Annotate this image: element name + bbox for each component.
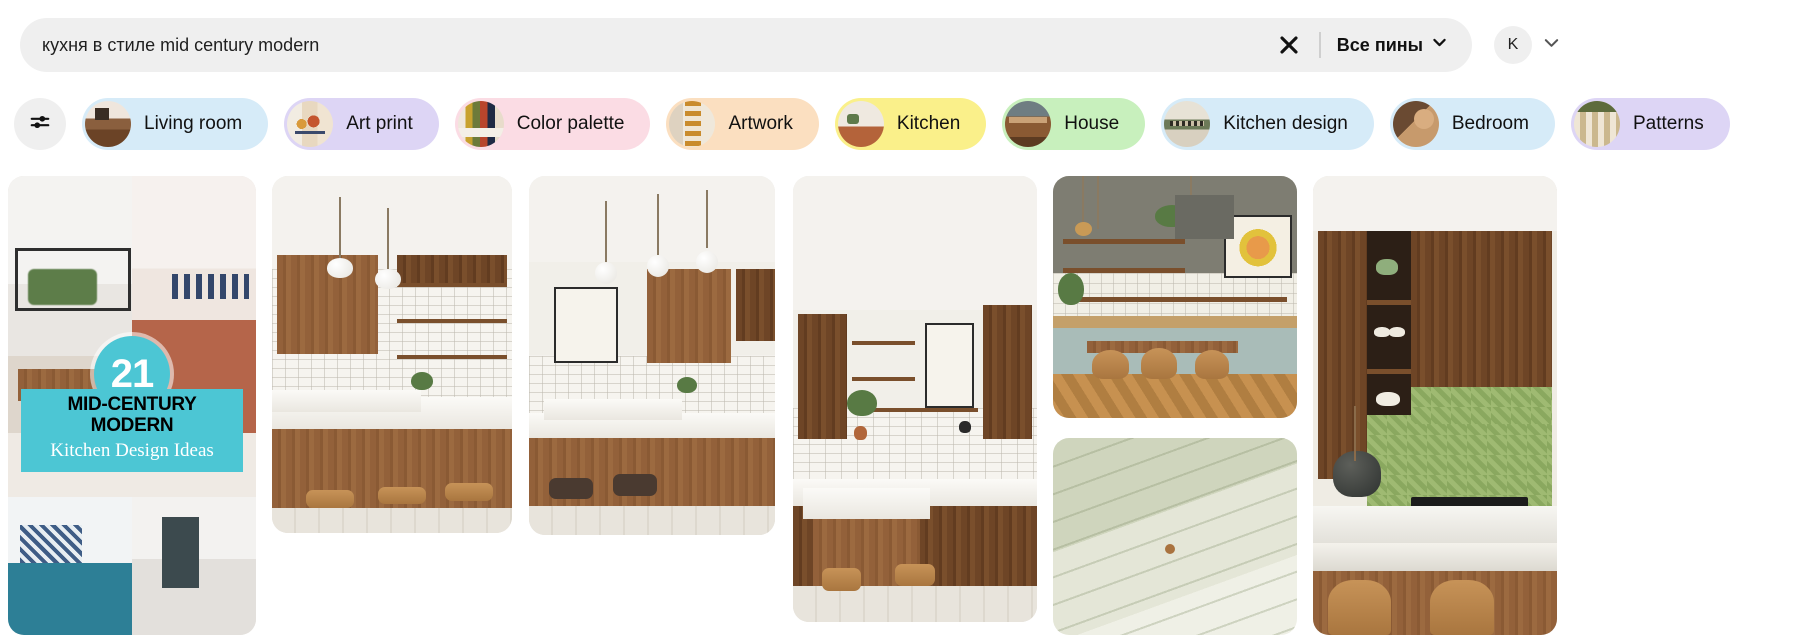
pinterest-search-results-page: кухня в стиле mid century modern Все пин…: [0, 0, 1793, 635]
avatar-initial: K: [1507, 36, 1519, 53]
pin-overlay-title: MID-CENTURY MODERN: [67, 394, 197, 436]
pin-card[interactable]: [1313, 176, 1557, 635]
pin-card[interactable]: [1053, 438, 1297, 635]
pins-scope-dropdown[interactable]: Все пины: [1331, 25, 1462, 65]
chip-label: Artwork: [728, 113, 793, 134]
chip-label: Patterns: [1632, 113, 1704, 134]
pin-image: [1053, 438, 1297, 635]
chevron-down-icon: [1542, 33, 1561, 57]
pin-image: [272, 176, 512, 533]
pin-card[interactable]: [272, 176, 512, 533]
pin-image: [1053, 176, 1297, 418]
chip-thumbnail-color-palette: [457, 101, 504, 147]
chip-art-print[interactable]: Art print: [284, 98, 439, 150]
chip-kitchen-design[interactable]: Kitchen design: [1161, 98, 1374, 150]
search-input[interactable]: кухня в стиле mid century modern: [42, 18, 1269, 72]
account-menu-button[interactable]: [1542, 33, 1561, 57]
search-bar[interactable]: кухня в стиле mid century modern Все пин…: [20, 18, 1472, 72]
chip-label: House: [1064, 113, 1120, 134]
chip-house[interactable]: House: [1002, 98, 1146, 150]
chip-artwork[interactable]: Artwork: [666, 98, 819, 150]
clear-search-button[interactable]: [1269, 25, 1309, 65]
pin-card[interactable]: 21 MID-CENTURY MODERN Kitchen Design Ide…: [8, 176, 256, 635]
tune-filter-button[interactable]: [14, 98, 66, 150]
chip-thumbnail-house: [1005, 101, 1052, 147]
chip-thumbnail-artwork: [669, 101, 716, 147]
pin-overlay-band: MID-CENTURY MODERN Kitchen Design Ideas: [21, 389, 243, 472]
chip-label: Kitchen design: [1223, 113, 1348, 134]
chip-label: Art print: [346, 113, 413, 134]
account-area: K: [1494, 26, 1561, 64]
chip-label: Living room: [144, 113, 243, 134]
chip-thumbnail-living-room: [85, 101, 131, 147]
chip-thumbnail-kitchen-design: [1164, 101, 1211, 147]
chip-label: Kitchen: [896, 113, 961, 134]
avatar[interactable]: K: [1494, 26, 1532, 64]
pin-overlay-subtitle: Kitchen Design Ideas: [50, 439, 214, 461]
pin-image: [793, 176, 1037, 622]
chip-bedroom[interactable]: Bedroom: [1389, 98, 1555, 150]
chip-living-room[interactable]: Living room: [82, 98, 269, 150]
chip-thumbnail-kitchen: [837, 101, 884, 147]
sliders-icon: [29, 111, 51, 138]
top-bar: кухня в стиле mid century modern Все пин…: [0, 0, 1793, 90]
pin-results-grid: 21 MID-CENTURY MODERN Kitchen Design Ide…: [8, 176, 1793, 635]
pin-card[interactable]: [529, 176, 775, 535]
pin-image: [529, 176, 775, 535]
pin-card[interactable]: [793, 176, 1037, 622]
chip-color-palette[interactable]: Color palette: [454, 98, 651, 150]
chip-thumbnail-patterns: [1573, 101, 1620, 147]
pins-scope-label: Все пины: [1336, 34, 1423, 55]
chip-thumbnail-bedroom: [1392, 101, 1439, 147]
close-icon: [1278, 34, 1300, 56]
filter-chips-row: Living room Art print Color palette Artw…: [0, 94, 1793, 154]
search-divider: [1318, 32, 1321, 58]
chevron-down-icon: [1431, 34, 1448, 56]
pin-image: [1313, 176, 1557, 635]
chip-label: Color palette: [516, 113, 625, 134]
chip-thumbnail-art-print: [287, 101, 334, 147]
chip-label: Bedroom: [1451, 113, 1529, 134]
chip-kitchen[interactable]: Kitchen: [834, 98, 987, 150]
pin-card[interactable]: [1053, 176, 1297, 418]
chip-patterns[interactable]: Patterns: [1570, 98, 1730, 150]
